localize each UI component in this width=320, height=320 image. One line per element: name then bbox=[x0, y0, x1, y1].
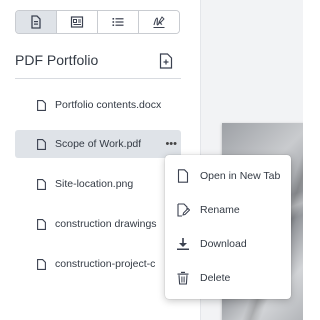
file-item[interactable]: Site-location.png bbox=[15, 170, 181, 198]
file-view-icon bbox=[31, 15, 41, 29]
file-context-menu: Open in New Tab Rename Download Delete bbox=[165, 155, 291, 299]
menu-item-label: Rename bbox=[200, 204, 240, 216]
rename-icon bbox=[177, 203, 190, 217]
file-name: Scope of Work.pdf bbox=[55, 138, 142, 150]
file-icon bbox=[37, 258, 46, 270]
menu-item-label: Download bbox=[200, 238, 247, 250]
list-view-button[interactable] bbox=[98, 11, 139, 33]
trash-icon bbox=[177, 271, 189, 285]
file-item-selected[interactable]: Scope of Work.pdf ••• bbox=[15, 130, 181, 158]
file-icon bbox=[37, 218, 46, 230]
details-view-icon bbox=[70, 16, 84, 28]
more-options-icon[interactable]: ••• bbox=[165, 139, 177, 150]
menu-item-rename[interactable]: Rename bbox=[165, 193, 291, 227]
file-name: construction drawings bbox=[55, 218, 157, 230]
open-document-icon bbox=[177, 169, 189, 183]
file-view-button[interactable] bbox=[16, 11, 57, 33]
file-name: Portfolio contents.docx bbox=[55, 99, 162, 111]
signature-view-button[interactable] bbox=[139, 11, 179, 33]
portfolio-title: PDF Portfolio bbox=[15, 52, 99, 68]
details-view-button[interactable] bbox=[57, 11, 98, 33]
add-file-icon[interactable] bbox=[159, 53, 173, 69]
download-icon bbox=[177, 238, 189, 250]
file-item[interactable]: Portfolio contents.docx bbox=[15, 91, 181, 119]
file-name: construction-project-c bbox=[55, 258, 156, 270]
file-icon bbox=[37, 178, 46, 190]
menu-item-delete[interactable]: Delete bbox=[165, 261, 291, 295]
menu-item-label: Open in New Tab bbox=[200, 170, 281, 182]
file-icon bbox=[37, 99, 46, 111]
file-name: Site-location.png bbox=[55, 178, 134, 190]
file-item[interactable]: construction drawings bbox=[15, 210, 181, 238]
menu-item-download[interactable]: Download bbox=[165, 227, 291, 261]
signature-icon bbox=[153, 16, 165, 28]
menu-item-label: Delete bbox=[200, 272, 231, 284]
view-toolbar bbox=[15, 10, 180, 34]
list-view-icon bbox=[112, 18, 124, 26]
menu-item-open-in-new-tab[interactable]: Open in New Tab bbox=[165, 159, 291, 193]
file-icon bbox=[37, 138, 46, 150]
heading-divider bbox=[15, 78, 181, 79]
file-item[interactable]: construction-project-c bbox=[15, 250, 181, 278]
